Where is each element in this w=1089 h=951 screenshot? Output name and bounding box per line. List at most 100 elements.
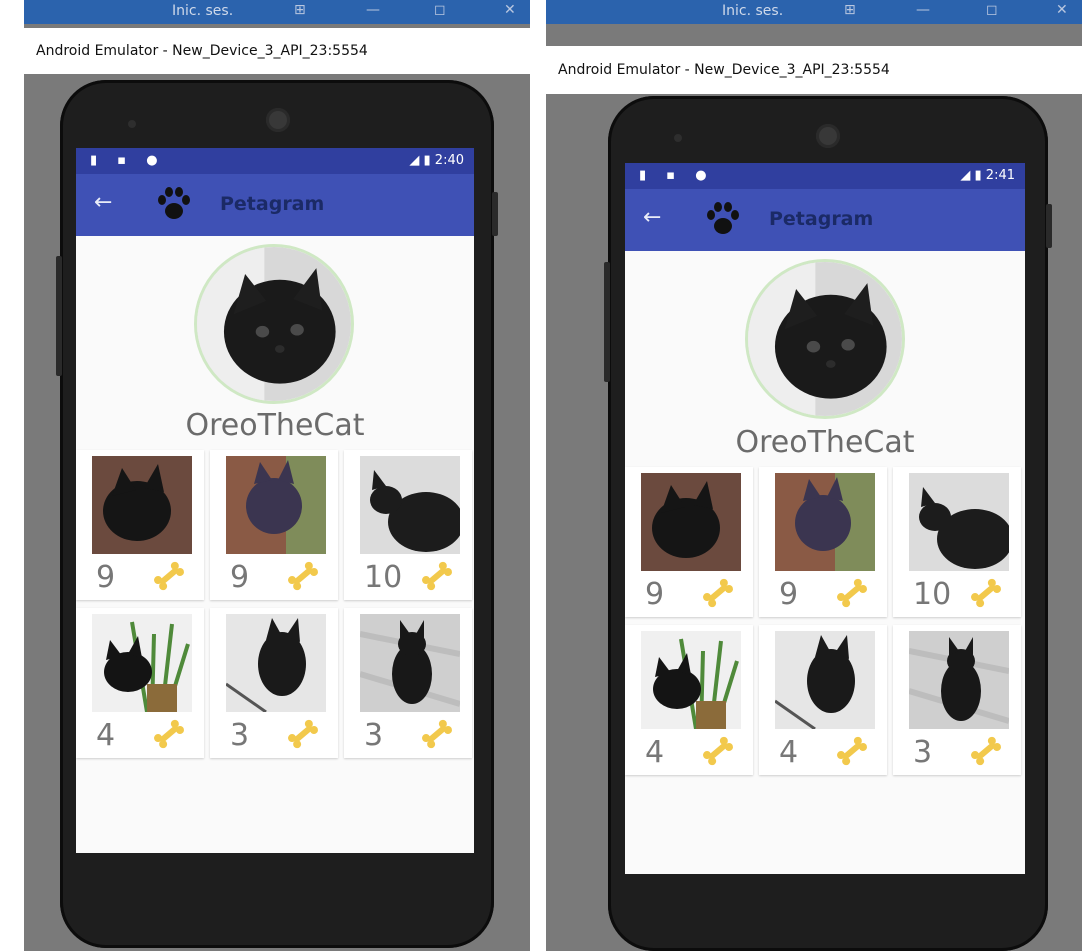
photo-card[interactable]: 4 xyxy=(76,608,204,758)
battery-icon: ▮ xyxy=(974,168,986,183)
pet-photo xyxy=(909,473,1009,571)
cat-avatar-image xyxy=(748,262,902,416)
photo-card[interactable]: 4 xyxy=(625,625,753,775)
window-tile-icon[interactable]: ⊞ xyxy=(294,2,306,18)
profile-username: OreoTheCat xyxy=(735,425,915,460)
window-maximize-icon[interactable]: ◻ xyxy=(986,2,998,18)
pet-photo xyxy=(92,456,192,554)
photo-card[interactable]: 9 xyxy=(76,450,204,600)
like-count: 4 xyxy=(645,735,665,770)
window-minimize-icon[interactable]: — xyxy=(916,2,930,18)
photo-card[interactable]: 10 xyxy=(893,467,1021,617)
status-bar: ▮ ▪ ● ◢ ▮ 2:40 xyxy=(76,148,474,174)
pet-photo xyxy=(92,614,192,712)
power-button[interactable] xyxy=(1046,204,1052,248)
volume-button[interactable] xyxy=(604,262,610,382)
taskbar-label[interactable]: Inic. ses. xyxy=(722,3,783,19)
volume-button[interactable] xyxy=(56,256,62,376)
photo-card[interactable]: 3 xyxy=(344,608,472,758)
emulator-titlebar[interactable]: Android Emulator - New_Device_3_API_23:5… xyxy=(546,46,1082,94)
like-count: 4 xyxy=(779,735,799,770)
photo-card[interactable]: 9 xyxy=(759,467,887,617)
power-button[interactable] xyxy=(492,192,498,236)
front-camera-icon xyxy=(128,120,136,128)
app-bar: ← Petagram xyxy=(76,174,474,236)
device-screen: ▮ ▪ ● ◢ ▮ 2:40 ← Petagram OreoTheCat 9 9… xyxy=(76,148,474,853)
cat-avatar-image xyxy=(197,247,351,401)
clock: 2:40 xyxy=(434,153,464,168)
pet-photo xyxy=(226,614,326,712)
desktop: Inic. ses. ⊞ — ◻ ✕ Android Emulator - Ne… xyxy=(0,0,1089,951)
notification-icons: ▮ ▪ ● xyxy=(639,168,715,183)
like-count: 10 xyxy=(913,577,952,612)
window-close-icon[interactable]: ✕ xyxy=(504,2,516,18)
bone-icon[interactable] xyxy=(967,733,1005,769)
photo-card[interactable]: 10 xyxy=(344,450,472,600)
app-title: Petagram xyxy=(220,193,325,215)
bone-icon[interactable] xyxy=(150,558,188,594)
phone-frame: ▮ ▪ ● ◢ ▮ 2:41 ← Petagram OreoTheCat 9 9… xyxy=(604,96,1052,951)
phone-frame: ▮ ▪ ● ◢ ▮ 2:40 ← Petagram OreoTheCat 9 9… xyxy=(56,80,498,948)
bone-icon[interactable] xyxy=(418,716,456,752)
pet-photo xyxy=(641,473,741,571)
profile-avatar[interactable] xyxy=(194,244,354,404)
clock: 2:41 xyxy=(985,168,1015,183)
paw-icon xyxy=(158,187,190,219)
photo-card[interactable]: 4 xyxy=(759,625,887,775)
bone-icon[interactable] xyxy=(150,716,188,752)
photo-card[interactable]: 3 xyxy=(893,625,1021,775)
taskbar-strip: Inic. ses. ⊞ — ◻ ✕ xyxy=(546,0,1082,24)
pet-photo xyxy=(226,456,326,554)
pet-photo xyxy=(909,631,1009,729)
photo-card[interactable]: 3 xyxy=(210,608,338,758)
emulator-window-left: Inic. ses. ⊞ — ◻ ✕ Android Emulator - Ne… xyxy=(24,0,530,951)
arrow-left-icon[interactable]: ← xyxy=(94,190,112,215)
photo-card[interactable]: 9 xyxy=(625,467,753,617)
arrow-left-icon[interactable]: ← xyxy=(643,205,661,230)
pet-photo xyxy=(775,473,875,571)
bone-icon[interactable] xyxy=(967,575,1005,611)
like-count: 3 xyxy=(364,718,384,753)
bone-icon[interactable] xyxy=(284,558,322,594)
pet-photo xyxy=(775,631,875,729)
window-tile-icon[interactable]: ⊞ xyxy=(844,2,856,18)
front-camera-icon xyxy=(674,134,682,142)
bone-icon[interactable] xyxy=(833,575,871,611)
bone-icon[interactable] xyxy=(418,558,456,594)
signal-icon: ◢ xyxy=(409,153,420,168)
emulator-title: Android Emulator - New_Device_3_API_23:5… xyxy=(36,43,368,59)
notification-icons: ▮ ▪ ● xyxy=(90,153,166,168)
profile-username: OreoTheCat xyxy=(185,408,365,443)
like-count: 9 xyxy=(779,577,799,612)
bone-icon[interactable] xyxy=(284,716,322,752)
like-count: 9 xyxy=(96,560,116,595)
paw-icon xyxy=(707,202,739,234)
bone-icon[interactable] xyxy=(699,733,737,769)
pet-photo xyxy=(360,614,460,712)
window-maximize-icon[interactable]: ◻ xyxy=(434,2,446,18)
like-count: 9 xyxy=(645,577,665,612)
pet-photo xyxy=(641,631,741,729)
bone-icon[interactable] xyxy=(699,575,737,611)
device-screen: ▮ ▪ ● ◢ ▮ 2:41 ← Petagram OreoTheCat 9 9… xyxy=(625,163,1025,874)
status-right: ◢ ▮ 2:40 xyxy=(409,153,464,168)
app-bar: ← Petagram xyxy=(625,189,1025,251)
like-count: 4 xyxy=(96,718,116,753)
earpiece-speaker-icon xyxy=(266,108,290,132)
status-right: ◢ ▮ 2:41 xyxy=(960,168,1015,183)
app-title: Petagram xyxy=(769,208,874,230)
profile-avatar[interactable] xyxy=(745,259,905,419)
window-close-icon[interactable]: ✕ xyxy=(1056,2,1068,18)
emulator-titlebar[interactable]: Android Emulator - New_Device_3_API_23:5… xyxy=(24,28,530,74)
earpiece-speaker-icon xyxy=(816,124,840,148)
window-minimize-icon[interactable]: — xyxy=(366,2,380,18)
photo-card[interactable]: 9 xyxy=(210,450,338,600)
like-count: 10 xyxy=(364,560,403,595)
like-count: 9 xyxy=(230,560,250,595)
taskbar-label[interactable]: Inic. ses. xyxy=(172,3,233,19)
pet-photo xyxy=(360,456,460,554)
bone-icon[interactable] xyxy=(833,733,871,769)
taskbar-strip: Inic. ses. ⊞ — ◻ ✕ xyxy=(24,0,530,24)
like-count: 3 xyxy=(913,735,933,770)
like-count: 3 xyxy=(230,718,250,753)
